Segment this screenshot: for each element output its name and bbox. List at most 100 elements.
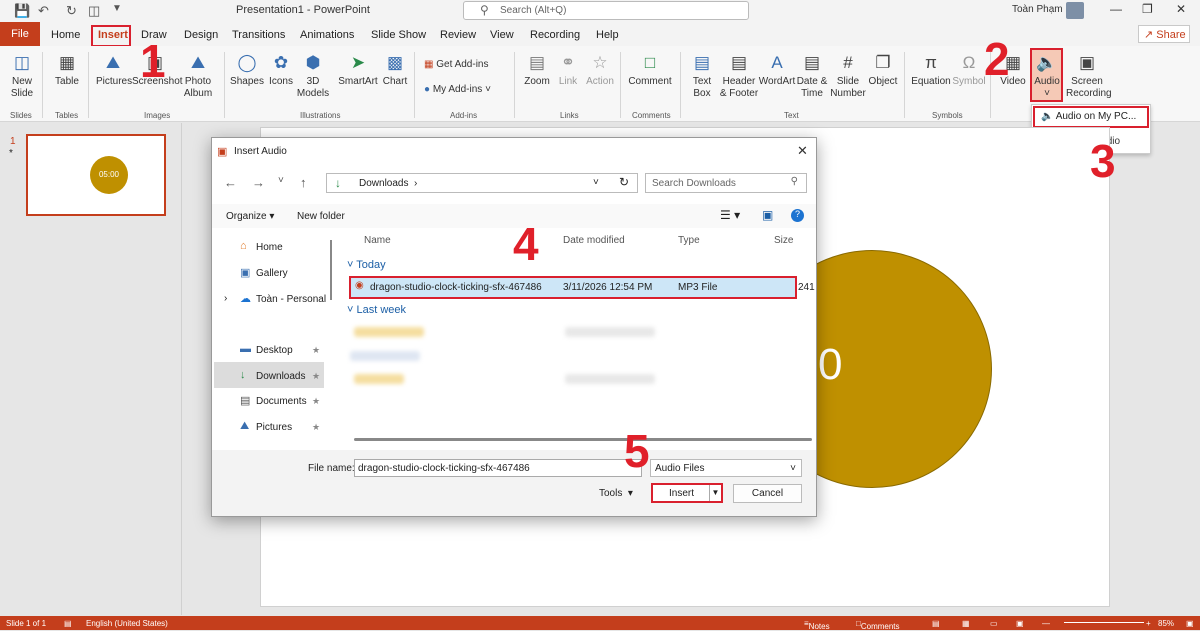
link-button[interactable]: ⚭ Link <box>556 52 580 88</box>
restore-icon[interactable]: ❐ <box>1142 2 1153 16</box>
redo-icon[interactable]: ↻ <box>66 3 77 19</box>
refresh-icon[interactable]: ↻ <box>619 175 629 189</box>
column-name[interactable]: Name <box>364 235 391 246</box>
header-footer-button[interactable]: ▤ Header & Footer <box>718 52 760 100</box>
screen-recording-button[interactable]: ▣ Screen Recording <box>1066 52 1112 100</box>
spellcheck-icon[interactable]: ▤ <box>64 619 72 628</box>
tab-home[interactable]: Home <box>51 29 80 41</box>
expand-chevron-icon[interactable]: › <box>224 293 227 304</box>
pin-icon[interactable]: ★ <box>312 371 320 382</box>
present-icon[interactable]: ◫ <box>88 3 100 19</box>
symbol-button[interactable]: Ω Symbol <box>952 52 986 88</box>
slideshow-view-icon[interactable]: ▣ <box>1016 619 1024 628</box>
column-size[interactable]: Size <box>774 235 793 246</box>
text-box-button[interactable]: ▤ Text Box <box>688 52 716 100</box>
view-options-icon[interactable]: ☰ ▾ <box>720 208 740 222</box>
address-dropdown-icon[interactable]: ˅ <box>593 177 599 188</box>
share-button[interactable]: ↗ Share <box>1138 25 1190 43</box>
pictures-button[interactable]: ⛰ Pictures <box>96 52 132 88</box>
tab-slide-show[interactable]: Slide Show <box>371 29 426 41</box>
slide-sorter-icon[interactable]: ▦ <box>962 619 970 628</box>
my-addins-button[interactable]: ● My Add-ins ˅ <box>424 84 508 96</box>
zoom-out-icon[interactable]: — <box>1042 619 1050 628</box>
action-button[interactable]: ☆ Action <box>584 52 616 88</box>
tab-review[interactable]: Review <box>440 29 476 41</box>
photo-album-button[interactable]: ⛰ Photo Album <box>180 52 216 100</box>
nav-scrollbar[interactable] <box>330 240 332 300</box>
column-date-modified[interactable]: Date modified <box>563 235 625 246</box>
dialog-search-input[interactable]: Search Downloads ⚲ <box>645 173 807 193</box>
3d-models-button[interactable]: ⬢ 3D Models <box>296 52 330 100</box>
group-last-week[interactable]: ˅ Last week <box>347 304 406 316</box>
insert-dropdown-icon[interactable]: ▼ <box>709 485 721 501</box>
tab-help[interactable]: Help <box>596 29 619 41</box>
wordart-button[interactable]: A WordArt <box>758 52 796 88</box>
file-name-input[interactable]: dragon-studio-clock-ticking-sfx-467486 <box>354 459 642 477</box>
pin-icon[interactable]: ★ <box>312 422 320 433</box>
zoom-button[interactable]: ▤ Zoom <box>522 52 552 88</box>
back-icon[interactable]: ← <box>224 175 237 190</box>
organize-button[interactable]: Organize ▾ <box>226 211 274 222</box>
slide-number-button[interactable]: # Slide Number <box>830 52 866 100</box>
customize-qat-icon[interactable]: ▼ <box>112 3 122 14</box>
smartart-button[interactable]: ➤ SmartArt <box>338 52 378 88</box>
equation-button[interactable]: π Equation <box>910 52 952 88</box>
menu-item-audio-on-my-pc[interactable]: 🔈 Audio on My PC... <box>1033 106 1149 128</box>
address-bar[interactable]: ↓ Downloads › ˅ ↻ <box>326 173 638 193</box>
nav-home[interactable]: Home <box>256 242 283 253</box>
table-button[interactable]: ▦ Table <box>52 52 82 88</box>
nav-desktop[interactable]: Desktop <box>256 345 293 356</box>
tab-view[interactable]: View <box>490 29 514 41</box>
undo-icon[interactable]: ↶ <box>38 3 49 19</box>
audio-button-content[interactable]: 🔈 Audio ˅ <box>1032 52 1062 100</box>
nav-documents[interactable]: Documents <box>256 396 307 407</box>
minimize-icon[interactable]: — <box>1110 2 1122 16</box>
pin-icon[interactable]: ★ <box>312 396 320 407</box>
tab-recording[interactable]: Recording <box>530 29 580 41</box>
nav-pictures[interactable]: Pictures <box>256 422 292 433</box>
new-folder-button[interactable]: New folder <box>297 211 345 222</box>
forward-icon[interactable]: → <box>252 175 265 190</box>
group-today[interactable]: ˅ Today <box>347 259 386 271</box>
help-icon[interactable]: ? <box>791 209 804 222</box>
preview-pane-icon[interactable]: ▣ <box>762 208 773 222</box>
get-addins-button[interactable]: ▦ Get Add-ins <box>424 59 504 71</box>
language[interactable]: English (United States) <box>86 619 168 628</box>
zoom-in-icon[interactable]: + <box>1146 619 1151 628</box>
file-type-filter[interactable]: Audio Files ˅ <box>650 459 802 477</box>
tab-design[interactable]: Design <box>184 29 218 41</box>
dialog-close-icon[interactable]: ✕ <box>797 143 808 159</box>
nav-onedrive[interactable]: Toàn - Personal <box>256 294 326 305</box>
nav-gallery[interactable]: Gallery <box>256 268 288 279</box>
tab-transitions[interactable]: Transitions <box>232 29 285 41</box>
tab-file[interactable]: File <box>0 22 40 46</box>
notes-button[interactable]: ≡ Notes <box>804 619 830 631</box>
comments-button[interactable]: □ Comments <box>856 619 900 631</box>
up-icon[interactable]: ↑ <box>300 175 307 190</box>
cancel-button[interactable]: Cancel <box>733 484 802 503</box>
search-box[interactable]: ⚲ Search (Alt+Q) <box>463 1 749 20</box>
new-slide-button[interactable]: ◫ New Slide <box>6 52 38 100</box>
date-time-button[interactable]: ▤ Date & Time <box>796 52 828 100</box>
object-button[interactable]: ❐ Object <box>866 52 900 88</box>
avatar[interactable] <box>1066 2 1084 19</box>
fit-slide-icon[interactable]: ▣ <box>1186 619 1194 628</box>
close-icon[interactable]: ✕ <box>1176 2 1186 16</box>
recent-locations-icon[interactable]: ˅ <box>278 175 284 186</box>
save-icon[interactable]: 💾 <box>14 3 30 19</box>
chart-button[interactable]: ▩ Chart <box>380 52 410 88</box>
shapes-button[interactable]: ◯ Shapes <box>230 52 264 88</box>
comment-button[interactable]: □ Comment <box>628 52 672 88</box>
tools-button[interactable]: Tools ▾ <box>599 488 633 499</box>
zoom-slider[interactable] <box>1064 622 1144 623</box>
normal-view-icon[interactable]: ▤ <box>932 619 940 628</box>
nav-downloads[interactable]: Downloads <box>256 371 305 382</box>
pin-icon[interactable]: ★ <box>312 345 320 356</box>
tab-animations[interactable]: Animations <box>300 29 354 41</box>
zoom-level[interactable]: 85% <box>1158 619 1174 628</box>
icons-button[interactable]: ✿ Icons <box>266 52 296 88</box>
column-type[interactable]: Type <box>678 235 700 246</box>
horizontal-scrollbar[interactable] <box>354 438 812 441</box>
reading-view-icon[interactable]: ▭ <box>990 619 998 628</box>
user-name[interactable]: Toàn Phạm <box>1012 4 1063 15</box>
